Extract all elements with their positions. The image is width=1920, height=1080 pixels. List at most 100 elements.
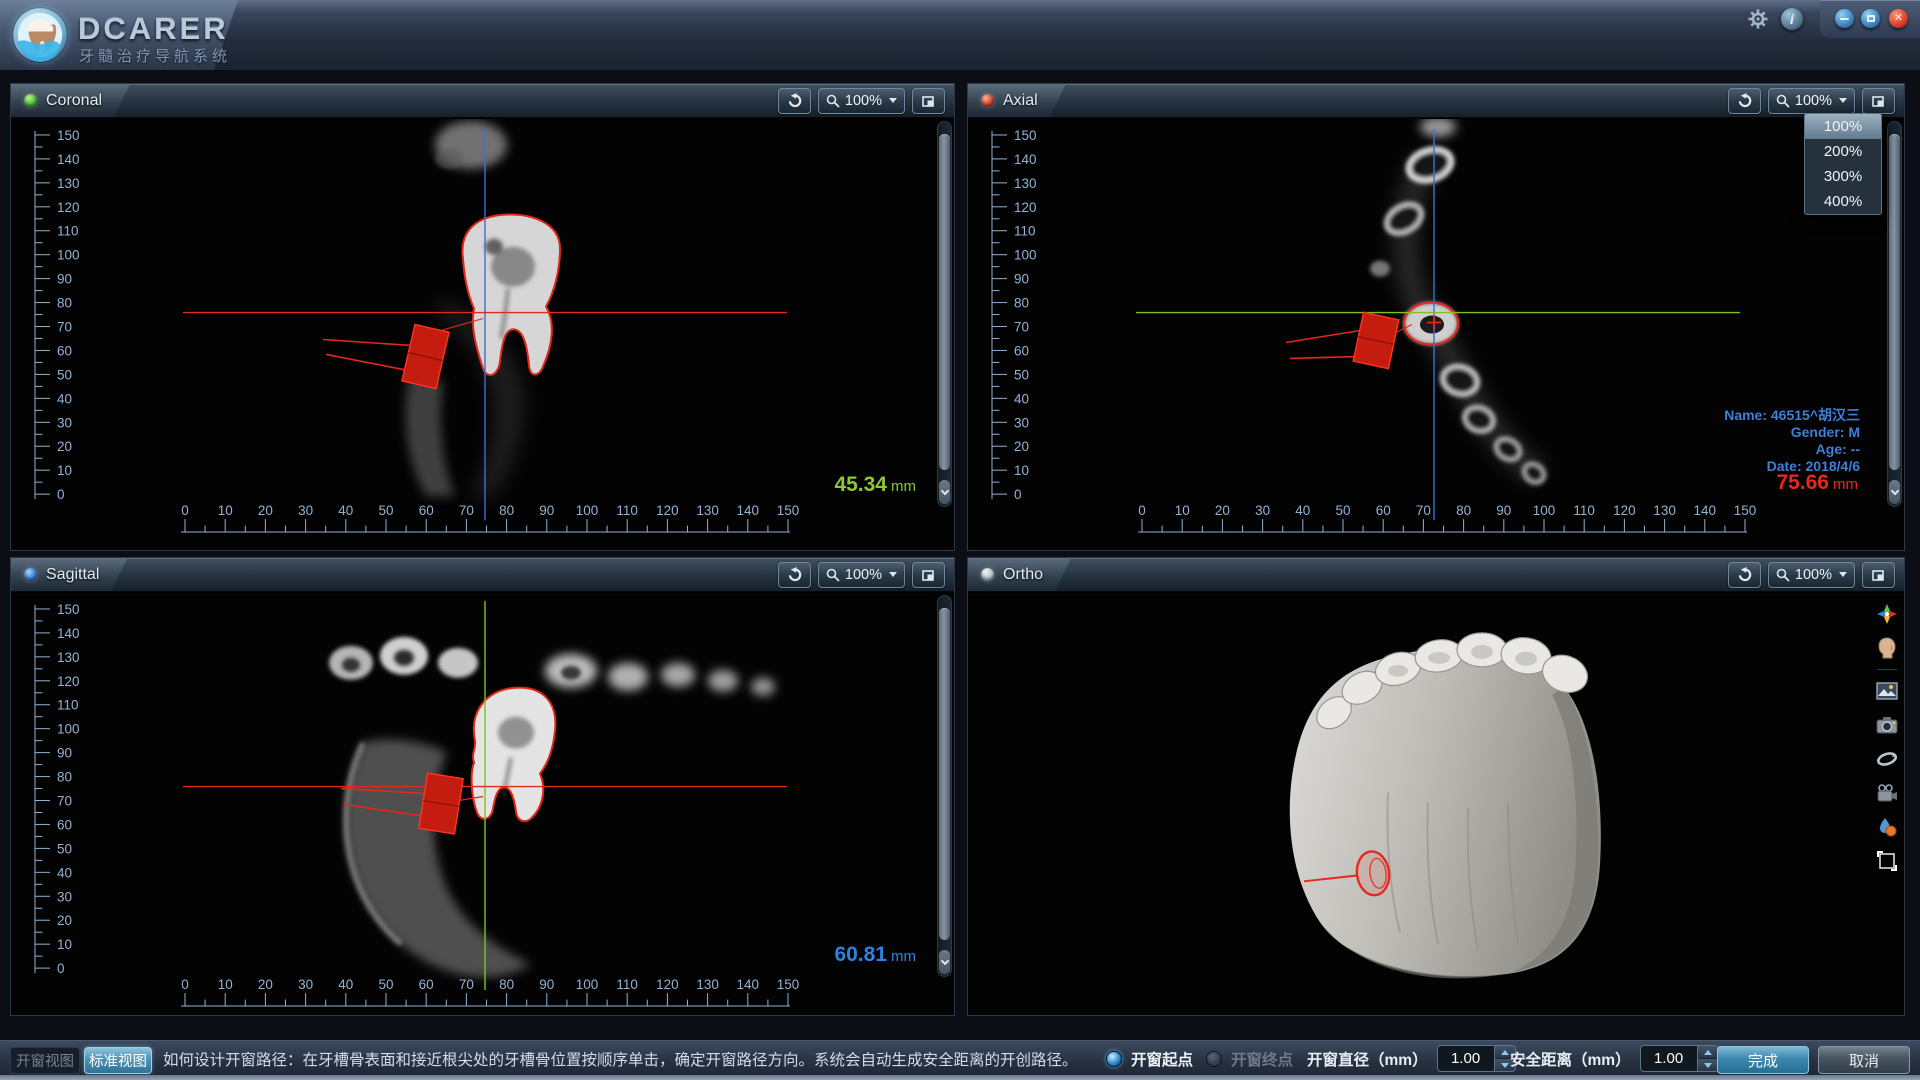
svg-text:30: 30 xyxy=(1255,503,1270,518)
svg-text:70: 70 xyxy=(1014,320,1029,335)
svg-text:20: 20 xyxy=(258,977,273,992)
minimize-button[interactable] xyxy=(1835,9,1854,28)
ortho-reset-button[interactable] xyxy=(1728,562,1761,588)
camera-button[interactable] xyxy=(1874,712,1900,738)
maximize-button[interactable] xyxy=(1861,9,1880,28)
svg-text:10: 10 xyxy=(218,977,233,992)
rotate-icon xyxy=(1876,749,1898,769)
svg-text:0: 0 xyxy=(181,503,189,518)
undo-icon xyxy=(786,93,802,108)
svg-text:100: 100 xyxy=(576,503,599,518)
record-video-button[interactable] xyxy=(1874,780,1900,806)
axial-reset-button[interactable] xyxy=(1728,88,1761,114)
svg-text:50: 50 xyxy=(1014,367,1029,382)
color-drop-icon xyxy=(1877,817,1897,837)
zoom-option-300[interactable]: 300% xyxy=(1805,164,1881,189)
svg-text:120: 120 xyxy=(57,200,80,215)
axial-path-annotation xyxy=(1286,312,1412,368)
ortho-zoom-button[interactable]: 100% xyxy=(1768,562,1855,588)
skin-render-button[interactable] xyxy=(1874,635,1900,661)
magnifier-icon xyxy=(1776,568,1790,582)
close-button[interactable]: ✕ xyxy=(1889,9,1908,28)
cancel-button[interactable]: 取消 xyxy=(1818,1046,1910,1074)
sagittal-zoom-button[interactable]: 100% xyxy=(818,562,905,588)
undo-icon xyxy=(1736,93,1752,108)
window-view-button[interactable]: 开窗视图 xyxy=(10,1047,80,1074)
sagittal-maximize-button[interactable] xyxy=(912,562,945,588)
coronal-measurement: 45.34mm xyxy=(834,473,916,497)
svg-text:100: 100 xyxy=(1533,503,1556,518)
coronal-scrollbar-thumb[interactable] xyxy=(939,134,950,470)
coronal-canvas[interactable]: 0102030405060708090100110120130140150 01… xyxy=(11,119,954,550)
sagittal-scrollbar-thumb[interactable] xyxy=(939,608,950,940)
axial-scrollbar-down-arrow[interactable] xyxy=(1889,480,1900,504)
coronal-maximize-button[interactable] xyxy=(912,88,945,114)
axial-vertical-ruler: 0102030405060708090100110120130140150 xyxy=(992,128,1037,502)
axial-scrollbar[interactable] xyxy=(1887,121,1902,507)
svg-text:110: 110 xyxy=(1573,503,1595,518)
minimize-icon xyxy=(1840,18,1849,20)
sagittal-title: Sagittal xyxy=(46,566,99,584)
coronal-ct-image: 0102030405060708090100110120130140150 01… xyxy=(11,119,954,550)
window-start-radio[interactable] xyxy=(1106,1051,1122,1067)
chevron-down-icon xyxy=(940,486,948,494)
sagittal-scrollbar[interactable] xyxy=(937,595,952,977)
image-icon xyxy=(1876,682,1898,700)
sagittal-reset-button[interactable] xyxy=(778,562,811,588)
help-button[interactable]: i xyxy=(1779,6,1805,32)
svg-text:90: 90 xyxy=(1496,503,1511,518)
coronal-zoom-button[interactable]: 100% xyxy=(818,88,905,114)
window-start-radio-group: 开窗起点 xyxy=(1106,1041,1193,1076)
axial-canvas[interactable]: 0102030405060708090100110120130140150 01… xyxy=(968,119,1904,550)
render-style-button[interactable] xyxy=(1874,814,1900,840)
svg-text:150: 150 xyxy=(777,977,800,992)
axial-zoom-button[interactable]: 100% xyxy=(1768,88,1855,114)
svg-text:40: 40 xyxy=(1014,391,1029,406)
zoom-option-100[interactable]: 100% xyxy=(1805,114,1881,139)
svg-text:150: 150 xyxy=(1734,503,1757,518)
ortho-maximize-button[interactable] xyxy=(1862,562,1895,588)
standard-view-button[interactable]: 标准视图 xyxy=(84,1047,152,1074)
settings-button[interactable] xyxy=(1745,6,1771,32)
orientation-star-icon xyxy=(1876,603,1898,625)
zoom-option-400[interactable]: 400% xyxy=(1805,189,1881,214)
svg-text:70: 70 xyxy=(1416,503,1431,518)
head-icon xyxy=(1877,637,1897,659)
svg-text:140: 140 xyxy=(57,626,80,641)
svg-text:20: 20 xyxy=(1014,439,1029,454)
axial-status-dot xyxy=(981,94,994,107)
svg-text:0: 0 xyxy=(57,961,65,976)
coronal-scrollbar[interactable] xyxy=(937,121,952,507)
safety-step-down-button[interactable] xyxy=(1698,1058,1718,1071)
svg-text:120: 120 xyxy=(656,503,679,518)
window-end-radio[interactable] xyxy=(1206,1051,1222,1067)
snapshot-button[interactable] xyxy=(1874,678,1900,704)
svg-text:80: 80 xyxy=(499,977,514,992)
safety-input[interactable] xyxy=(1640,1045,1698,1072)
svg-text:130: 130 xyxy=(696,503,719,518)
axial-maximize-button[interactable] xyxy=(1862,88,1895,114)
diameter-input[interactable] xyxy=(1437,1045,1495,1072)
rotate-3d-button[interactable] xyxy=(1874,746,1900,772)
ortho-canvas[interactable] xyxy=(968,593,1904,1015)
coronal-tab: Coronal xyxy=(11,84,130,117)
view-orientation-button[interactable] xyxy=(1874,601,1900,627)
svg-text:40: 40 xyxy=(57,865,72,880)
sagittal-scrollbar-down-arrow[interactable] xyxy=(939,950,950,974)
finish-button[interactable]: 完成 xyxy=(1717,1046,1809,1074)
zoom-option-200[interactable]: 200% xyxy=(1805,139,1881,164)
svg-text:110: 110 xyxy=(616,977,638,992)
ortho-tab: Ortho xyxy=(968,558,1071,591)
svg-text:0: 0 xyxy=(181,977,189,992)
coronal-scrollbar-down-arrow[interactable] xyxy=(939,480,950,504)
sagittal-canvas[interactable]: 0102030405060708090100110120130140150 01… xyxy=(11,593,954,1015)
svg-text:50: 50 xyxy=(57,841,72,856)
crop-button[interactable] xyxy=(1874,848,1900,874)
window-start-label: 开窗起点 xyxy=(1131,1048,1193,1070)
sagittal-horizontal-ruler: 0102030405060708090100110120130140150 xyxy=(181,977,799,1006)
safety-step-up-button[interactable] xyxy=(1698,1046,1718,1058)
coronal-reset-button[interactable] xyxy=(778,88,811,114)
axial-scrollbar-thumb[interactable] xyxy=(1889,134,1900,470)
sagittal-tab: Sagittal xyxy=(11,558,127,591)
svg-text:120: 120 xyxy=(656,977,679,992)
